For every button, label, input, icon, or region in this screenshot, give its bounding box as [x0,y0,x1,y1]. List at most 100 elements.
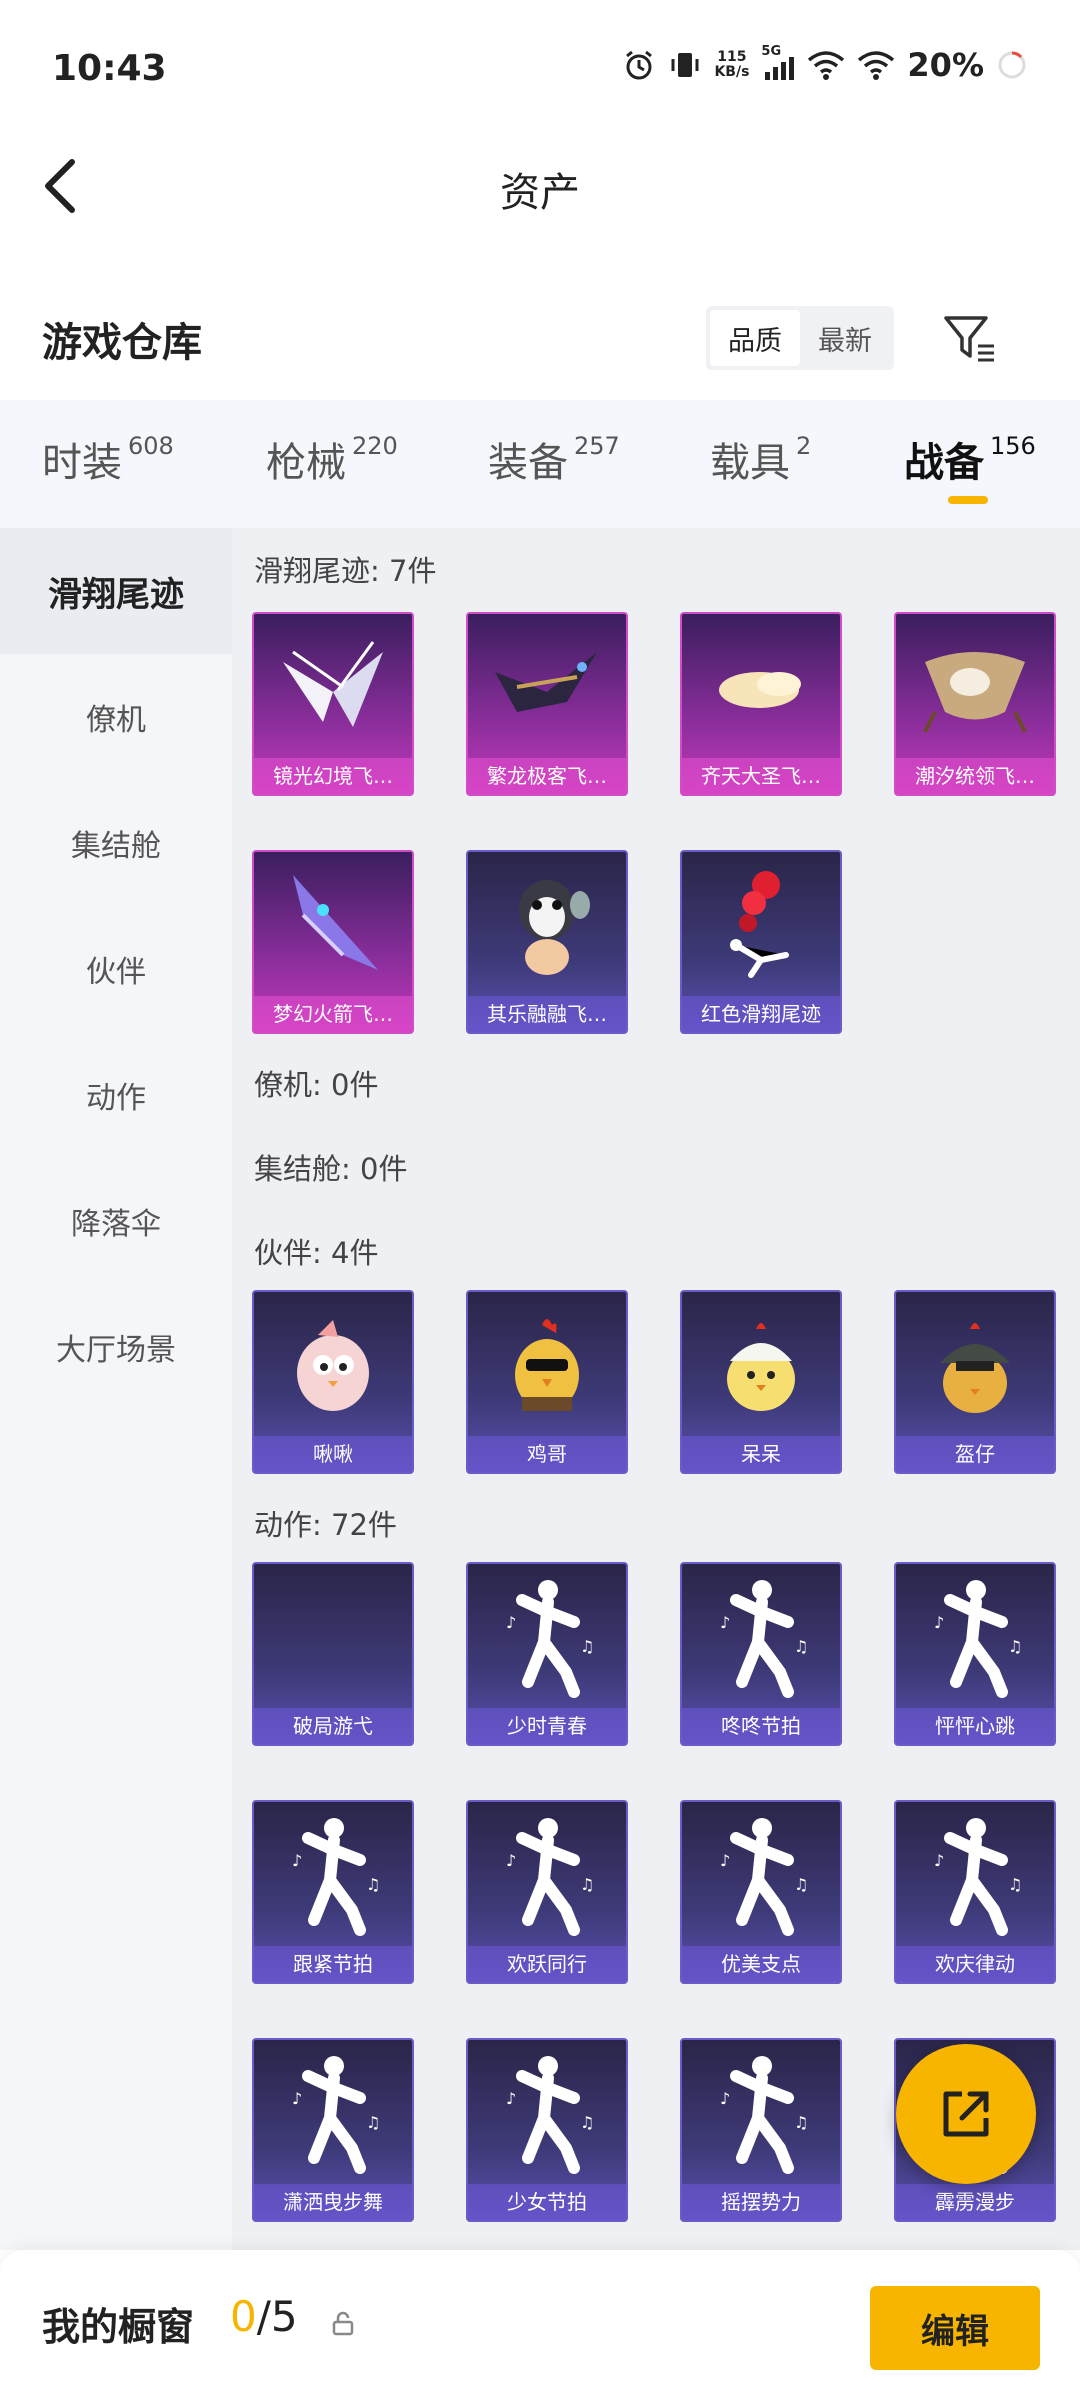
svg-text:♪: ♪ [934,1613,944,1632]
svg-text:♫: ♫ [580,1875,594,1894]
dance-icon: ♪♫ [682,1564,840,1710]
item-card[interactable]: ♪ ♫ 咚咚节拍 [680,1562,842,1746]
svg-text:♫: ♫ [794,1875,808,1894]
battery-text: 20% [907,46,984,84]
sort-newest-option[interactable]: 最新 [800,310,890,366]
sidebar-item-capsule[interactable]: 集结舱 [0,780,232,906]
share-icon [943,2091,989,2137]
edit-button[interactable]: 编辑 [870,2286,1040,2370]
sidebar-item-lobby-scene[interactable]: 大厅场景 [0,1284,232,1410]
status-icons: 115 KB/s 5G 20% [622,44,1028,84]
red-smoke-icon [682,852,840,998]
item-card[interactable]: 盔仔 [894,1290,1056,1474]
sidebar-item-wingman[interactable]: 僚机 [0,654,232,780]
item-card[interactable]: ♪ ♫ 摇摆势力 [680,2038,842,2222]
share-button[interactable] [896,2044,1036,2184]
filter-icon[interactable] [942,310,998,366]
wifi-icon [858,51,895,80]
tab-fashion[interactable]: 时装 608 [42,430,174,488]
item-name: 摇摆势力 [682,2184,840,2220]
chicken-sunglasses-icon [468,1292,626,1438]
rocket-glider-icon [254,852,412,998]
item-card[interactable]: 呆呆 [680,1290,842,1474]
item-image [254,1564,412,1710]
dance-icon: ♪♫ [254,1802,412,1948]
svg-text:♪: ♪ [720,1613,730,1632]
item-card[interactable]: 梦幻火箭飞… [252,850,414,1034]
item-card[interactable]: ♪ ♫ 少时青春 [466,1562,628,1746]
item-name: 齐天大圣飞… [682,758,840,794]
page-title: 资产 [500,170,580,216]
sidebar-item-emote[interactable]: 动作 [0,1032,232,1158]
item-card[interactable]: 红色滑翔尾迹 [680,850,842,1034]
section-title-emote: 动作: 72件 [254,1508,397,1542]
section-title-companion: 伙伴: 4件 [254,1236,379,1270]
svg-text:♫: ♫ [794,1637,808,1656]
sort-quality-option[interactable]: 品质 [710,310,800,366]
svg-text:♪: ♪ [720,1851,730,1870]
item-name: 欢跃同行 [468,1946,626,1982]
item-name: 破局游弋 [254,1708,412,1744]
sidebar-item-glide-trail[interactable]: 滑翔尾迹 [0,528,232,654]
dance-icon: ♪♫ [896,1802,1054,1948]
ray-glider-icon [896,614,1054,760]
svg-text:♪: ♪ [292,2089,302,2108]
item-card[interactable]: ♪ ♫ 跟紧节拍 [252,1800,414,1984]
dance-icon: ♪♫ [468,2040,626,2186]
svg-text:♪: ♪ [720,2089,730,2108]
pink-bird-icon [254,1292,412,1438]
item-card[interactable]: 破局游弋 [252,1562,414,1746]
item-card[interactable]: 潮汐统领飞… [894,612,1056,796]
dance-icon: ♪♫ [468,1564,626,1710]
svg-text:♪: ♪ [934,1851,944,1870]
item-card[interactable]: 其乐融融飞… [466,850,628,1034]
tab-guns[interactable]: 枪械 220 [266,430,398,488]
item-card[interactable]: ♪ ♫ 怦怦心跳 [894,1562,1056,1746]
section-title-capsule: 集结舱: 0件 [254,1152,408,1186]
sidebar-item-companion[interactable]: 伙伴 [0,906,232,1032]
item-name: 咚咚节拍 [682,1708,840,1744]
item-name: 其乐融融飞… [468,996,626,1032]
item-card[interactable]: ♪ ♫ 少女节拍 [466,2038,628,2222]
svg-text:♫: ♫ [366,1875,380,1894]
item-card[interactable]: 齐天大圣飞… [680,612,842,796]
assets-page: 10:43 115 KB/s 5G 20% 资产 游戏仓库 品质 最新 时装 6… [0,0,1080,2400]
item-card[interactable]: 镜光幻境飞… [252,612,414,796]
cloud-icon [682,614,840,760]
category-tabs: 时装 608 枪械 220 装备 257 载具 2 战备 156 [0,400,1080,528]
svg-text:♫: ♫ [580,2113,594,2132]
chick-icon [682,1292,840,1438]
item-card[interactable]: ♪ ♫ 欢庆律动 [894,1800,1056,1984]
item-name: 霹雳漫步 [896,2184,1054,2220]
tab-vehicles[interactable]: 载具 2 [710,430,811,488]
svg-text:♫: ♫ [1008,1875,1022,1894]
item-card[interactable]: 啾啾 [252,1290,414,1474]
helmet-chick-icon [896,1292,1054,1438]
item-card[interactable]: 繁龙极客飞… [466,612,628,796]
item-name: 镜光幻境飞… [254,758,412,794]
status-bar: 10:43 115 KB/s 5G 20% [0,0,1080,140]
item-card[interactable]: 鸡哥 [466,1290,628,1474]
item-name: 怦怦心跳 [896,1708,1054,1744]
item-name: 少女节拍 [468,2184,626,2220]
tab-tactical[interactable]: 战备 156 [904,430,1036,504]
tab-equipment[interactable]: 装备 257 [488,430,620,488]
item-grid: 滑翔尾迹: 7件 镜光幻境飞… 繁龙极客飞… 齐天大圣飞… 潮汐统领飞… 梦幻火箭飞… 其… [232,528,1080,2250]
lock-icon [332,2311,354,2336]
showcase-bar: 我的橱窗 0/5 编辑 [0,2250,1080,2400]
item-name: 潮汐统领飞… [896,758,1054,794]
svg-text:♪: ♪ [506,1613,516,1632]
svg-text:♪: ♪ [506,1851,516,1870]
dance-icon: ♪♫ [682,2040,840,2186]
section-title-glide-trail: 滑翔尾迹: 7件 [254,554,437,588]
svg-text:♪: ♪ [506,2089,516,2108]
svg-text:♫: ♫ [794,2113,808,2132]
wings-icon [254,614,412,760]
item-card[interactable]: ♪ ♫ 欢跃同行 [466,1800,628,1984]
vibrate-icon [671,53,699,77]
sidebar-item-parachute[interactable]: 降落伞 [0,1158,232,1284]
showcase-count: 0/5 [230,2292,298,2341]
item-card[interactable]: ♪ ♫ 潇洒曳步舞 [252,2038,414,2222]
item-card[interactable]: ♪ ♫ 优美支点 [680,1800,842,1984]
dance-icon: ♪♫ [682,1802,840,1948]
